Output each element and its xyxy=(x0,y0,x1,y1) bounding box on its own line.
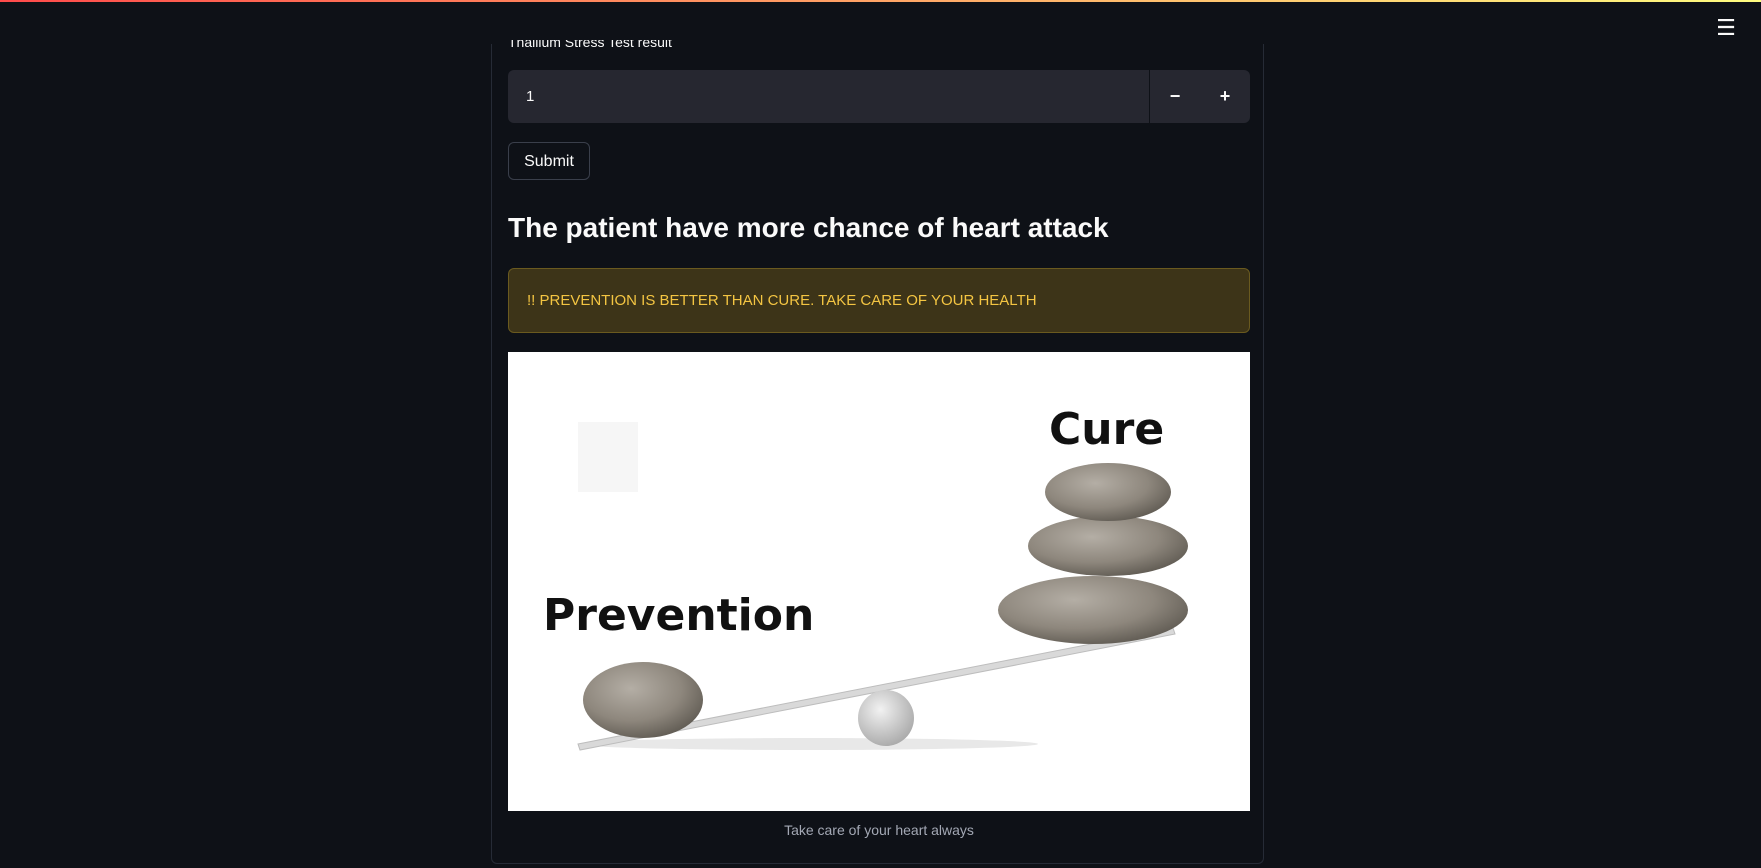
hamburger-menu-button[interactable]: ☰ xyxy=(1710,14,1742,42)
prevention-cure-image: Cure Prevention xyxy=(508,352,1250,811)
image-caption: Take care of your heart always xyxy=(784,822,974,838)
prevention-label: Prevention xyxy=(543,590,814,641)
faint-watermark xyxy=(578,422,638,492)
warning-text: !! PREVENTION IS BETTER THAN CURE. TAKE … xyxy=(527,292,1037,309)
seesaw-pivot xyxy=(858,690,914,746)
decrement-button[interactable]: − xyxy=(1150,70,1200,123)
field-label-text: Thallium Stress Test result xyxy=(508,40,672,50)
cure-stone-bottom xyxy=(998,576,1188,644)
field-label: Thallium Stress Test result xyxy=(508,40,672,56)
cure-label: Cure xyxy=(1049,404,1164,455)
result-heading: The patient have more chance of heart at… xyxy=(508,212,1109,243)
warning-alert: !! PREVENTION IS BETTER THAN CURE. TAKE … xyxy=(508,268,1250,333)
number-input-value[interactable]: 1 xyxy=(508,70,1150,123)
submit-button[interactable]: Submit xyxy=(508,142,590,180)
top-accent-bar xyxy=(0,0,1761,2)
increment-button[interactable]: + xyxy=(1200,70,1250,123)
cure-stone-top xyxy=(1045,463,1171,521)
thallium-number-input[interactable]: 1 − + xyxy=(508,70,1250,123)
prevention-stone xyxy=(583,662,703,738)
seesaw-shadow xyxy=(578,738,1038,750)
hamburger-icon: ☰ xyxy=(1716,15,1736,40)
balance-illustration: Cure Prevention xyxy=(543,404,1188,751)
cure-stone-middle xyxy=(1028,516,1188,576)
